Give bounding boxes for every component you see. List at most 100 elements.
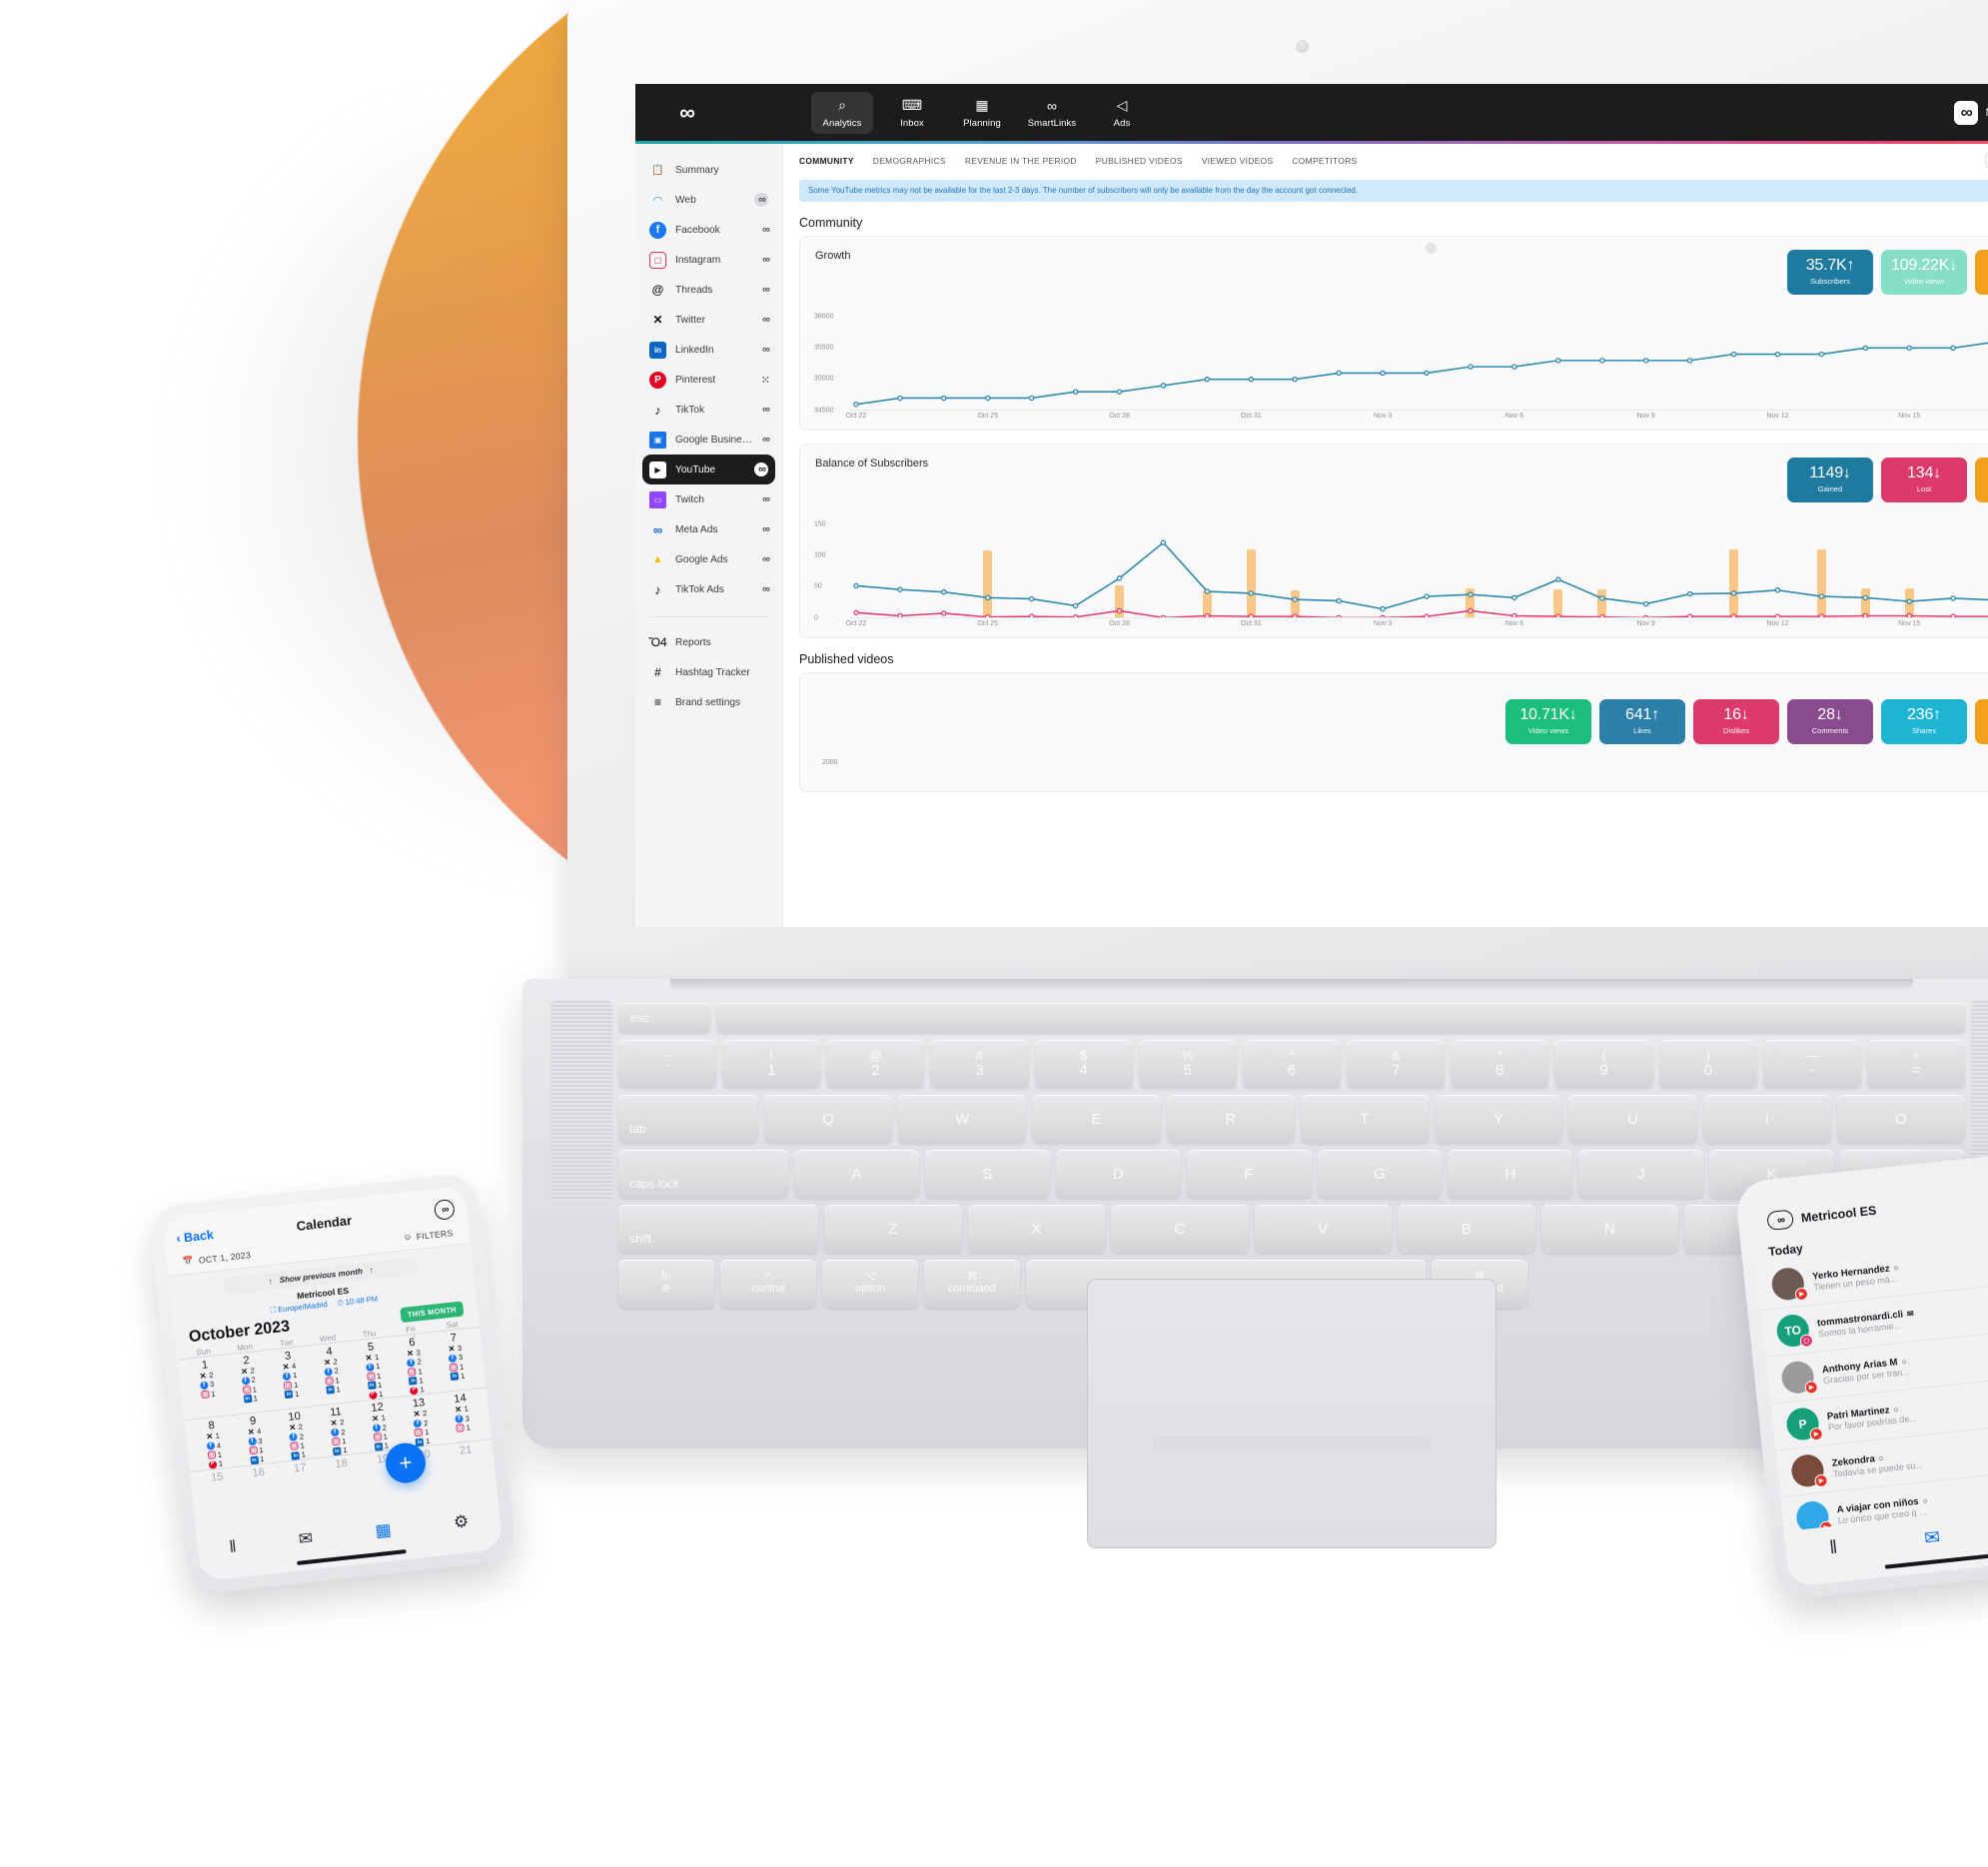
sidebar-item-tiktok-ads[interactable]: ♪ TikTok Ads ∞ bbox=[642, 574, 775, 604]
section-tab-published-videos[interactable]: PUBLISHED VIDEOS bbox=[1096, 156, 1183, 166]
drag-handle[interactable] bbox=[1426, 242, 1437, 254]
sidebar-item-web[interactable]: ◠ Web ∞ bbox=[642, 185, 775, 215]
app-logo-icon[interactable]: ∞ bbox=[669, 100, 703, 125]
topnav-item-inbox[interactable]: ⌨ Inbox bbox=[881, 92, 943, 134]
connect-badge-icon[interactable]: ∞ bbox=[762, 583, 770, 595]
connect-badge-icon[interactable]: ∞ bbox=[762, 434, 770, 446]
connect-badge-icon[interactable]: ∞ bbox=[754, 463, 768, 476]
calendar-day-cell[interactable]: 4 ✕ 2 f 2 ▢ 1 in 1 bbox=[308, 1342, 356, 1405]
calendar-day-cell[interactable]: 5 ✕ 1 f 1 ▢ 1 in 1 P 1 bbox=[349, 1337, 397, 1400]
sidebar-item-linkedin[interactable]: in LinkedIn ∞ bbox=[642, 335, 775, 365]
key-tab[interactable]: tab bbox=[618, 1095, 758, 1143]
back-button[interactable]: ‹ Back bbox=[176, 1228, 215, 1246]
key-V[interactable]: V bbox=[1254, 1205, 1392, 1253]
calendar-day-cell[interactable]: 8 ✕ 1 f 4 ▢ 1 P 1 bbox=[190, 1415, 237, 1470]
key-N[interactable]: N bbox=[1540, 1205, 1678, 1253]
calendar-day-cell[interactable]: 11 ✕ 2 f 2 ▢ 1 in 1 bbox=[315, 1402, 362, 1457]
inbox-account-name[interactable]: Metricool ES bbox=[1800, 1203, 1877, 1225]
connect-badge-icon[interactable]: ∞ bbox=[762, 254, 770, 266]
key-B[interactable]: B bbox=[1398, 1205, 1535, 1253]
sidebar-item-threads[interactable]: @ Threads ∞ bbox=[642, 275, 775, 305]
key-J[interactable]: J bbox=[1578, 1150, 1704, 1198]
key-esc[interactable]: esc bbox=[618, 1003, 710, 1033]
sidebar-item-summary[interactable]: 📋 Summary bbox=[642, 155, 775, 185]
trackpad[interactable] bbox=[1087, 1279, 1496, 1548]
key-command[interactable]: ⌘command bbox=[924, 1260, 1020, 1308]
calendar-day-cell[interactable]: 7 ✕ 3 f 3 ▢ 1 in 1 bbox=[432, 1328, 480, 1392]
calendar-icon[interactable]: ▦ bbox=[375, 1520, 393, 1542]
key-W[interactable]: W bbox=[898, 1095, 1027, 1143]
calendar-day-cell[interactable]: 17 bbox=[279, 1458, 322, 1476]
key-E[interactable]: E bbox=[1032, 1095, 1161, 1143]
section-tab-community[interactable]: COMMUNITY bbox=[799, 156, 854, 166]
key-T[interactable]: T bbox=[1300, 1095, 1430, 1143]
connect-badge-icon[interactable]: ∞ bbox=[762, 284, 770, 296]
calendar-day-cell[interactable]: 9 ✕ 4 f 3 ▢ 1 in 1 bbox=[232, 1411, 279, 1466]
infinity-logo-icon[interactable]: ∞ bbox=[1766, 1209, 1794, 1232]
topnav-item-analytics[interactable]: ⌕ Analytics bbox=[811, 91, 873, 134]
inbox-tray-icon[interactable]: ✉ bbox=[1923, 1525, 1941, 1550]
calendar-day-cell[interactable]: 6 ✕ 3 f 2 ▢ 1 in 1 P 1 bbox=[391, 1333, 439, 1397]
calendar-filters-button[interactable]: ⎉ FILTERS bbox=[404, 1227, 454, 1243]
key-option[interactable]: ⌥ option bbox=[822, 1260, 918, 1308]
key-3[interactable]: #3 bbox=[930, 1040, 1029, 1088]
key-5[interactable]: % 5 bbox=[1138, 1040, 1237, 1088]
key-9[interactable]: (9 bbox=[1554, 1040, 1653, 1088]
sidebar-item-google-ads[interactable]: ▲ Google Ads ∞ bbox=[642, 544, 775, 574]
calendar-day-cell[interactable]: 16 bbox=[237, 1463, 280, 1481]
calendar-day-cell[interactable]: 3 ✕ 4 f 1 ▢ 1 in 1 bbox=[266, 1346, 314, 1409]
infinity-logo-icon[interactable]: ∞ bbox=[433, 1198, 456, 1221]
key-⊕[interactable]: fn ⊕ bbox=[618, 1260, 714, 1308]
sidebar-item-google-business[interactable]: ▣ Google Business ... ∞ bbox=[642, 425, 775, 455]
inbox-tray-icon[interactable]: ✉ bbox=[298, 1528, 314, 1549]
key-0[interactable]: ) 0 bbox=[1658, 1040, 1757, 1088]
sidebar-item-meta-ads[interactable]: ∞ Meta Ads ∞ bbox=[642, 514, 775, 544]
key-6[interactable]: ^ 6 bbox=[1242, 1040, 1342, 1088]
key-Z[interactable]: Z bbox=[824, 1205, 962, 1253]
analytics-bars-icon[interactable]: ‖ bbox=[1828, 1537, 1838, 1560]
analytics-bars-icon[interactable]: ‖ bbox=[228, 1536, 237, 1557]
calendar-date-button[interactable]: 📅 OCT 1, 2023 bbox=[182, 1249, 251, 1267]
topnav-item-planning[interactable]: ▦ Planning bbox=[951, 92, 1013, 134]
account-area[interactable]: ∞ Metricool ES bbox=[1953, 84, 1988, 141]
key-=[interactable]: + = bbox=[1866, 1040, 1966, 1088]
sidebar-item-pinterest[interactable]: P Pinterest ⁙ bbox=[642, 365, 775, 395]
key-F[interactable]: F bbox=[1186, 1150, 1312, 1198]
key-Y[interactable]: Y bbox=[1435, 1095, 1563, 1143]
sidebar-item-youtube[interactable]: ▶ YouTube ∞ bbox=[642, 455, 775, 484]
key-G[interactable]: G bbox=[1317, 1150, 1443, 1198]
calendar-day-cell[interactable]: 15 bbox=[196, 1467, 239, 1485]
key-caps-lock[interactable]: caps lock bbox=[618, 1150, 788, 1198]
settings-gear-icon[interactable]: ⚙ bbox=[453, 1511, 470, 1533]
calendar-day-cell[interactable]: 14 ✕ 1 f 3 ▢ 1 bbox=[439, 1389, 486, 1443]
key-1[interactable]: ! 1 bbox=[722, 1040, 821, 1088]
sidebar-item-instagram[interactable]: ▢ Instagram ∞ bbox=[642, 245, 775, 275]
key-control[interactable]: ^ control bbox=[720, 1260, 816, 1308]
key-X[interactable]: X bbox=[967, 1205, 1105, 1253]
topnav-item-smartlinks[interactable]: ∞ SmartLinks bbox=[1021, 92, 1083, 134]
connect-badge-icon[interactable]: ∞ bbox=[754, 193, 768, 207]
key-touchbar[interactable] bbox=[716, 1003, 1965, 1033]
key-2[interactable]: @2 bbox=[826, 1040, 925, 1088]
calendar-day-cell[interactable]: 18 bbox=[320, 1454, 363, 1472]
calendar-day-cell[interactable]: 1 ✕ 2 f 3 ▢ 1 bbox=[184, 1355, 232, 1418]
key-A[interactable]: A bbox=[794, 1150, 919, 1198]
connect-badge-icon[interactable]: ∞ bbox=[762, 553, 770, 565]
sidebar-item-reports[interactable]: Ὄ4 Reports bbox=[642, 627, 775, 657]
connect-badge-icon[interactable]: ∞ bbox=[762, 404, 770, 416]
calendar-day-cell[interactable]: 2 ✕ 2 f 2 ▢ 1 in 1 bbox=[225, 1351, 273, 1414]
calendar-day-cell[interactable]: 10 ✕ 2 f 2 ▢ 1 in 1 bbox=[273, 1406, 320, 1461]
section-tab-viewed-videos[interactable]: VIEWED VIDEOS bbox=[1202, 156, 1274, 166]
key-U[interactable]: U bbox=[1568, 1095, 1697, 1143]
key-H[interactable]: H bbox=[1448, 1150, 1573, 1198]
key-I[interactable]: I bbox=[1702, 1095, 1831, 1143]
key-S[interactable]: S bbox=[924, 1150, 1050, 1198]
key-O[interactable]: O bbox=[1836, 1095, 1965, 1143]
key-R[interactable]: R bbox=[1166, 1095, 1295, 1143]
key-`[interactable]: ~ ` bbox=[618, 1040, 717, 1088]
connect-badge-icon[interactable]: ∞ bbox=[762, 314, 770, 326]
connect-badge-icon[interactable]: ∞ bbox=[762, 224, 770, 236]
key--[interactable]: — - bbox=[1762, 1040, 1861, 1088]
key-7[interactable]: & 7 bbox=[1347, 1040, 1446, 1088]
sidebar-item-twitch[interactable]: ▭ Twitch ∞ bbox=[642, 484, 775, 514]
